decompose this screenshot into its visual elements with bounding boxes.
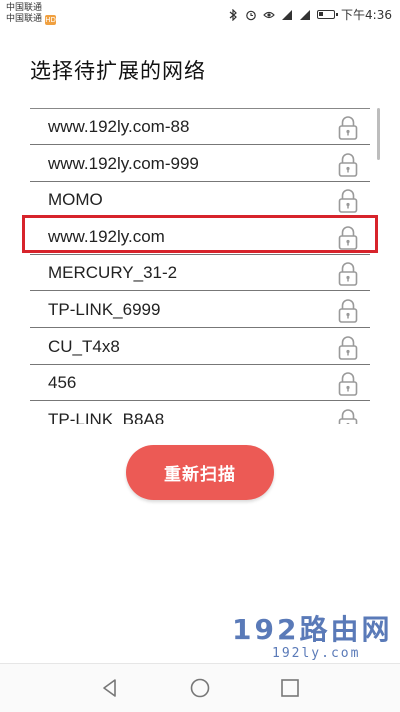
navigation-bar	[0, 663, 400, 712]
network-name: CU_T4x8	[48, 336, 120, 356]
list-scrollbar[interactable]	[377, 108, 380, 160]
network-name: 456	[48, 373, 77, 393]
back-icon[interactable]	[98, 676, 122, 700]
watermark-logo: 192路由网 192ly.com	[232, 608, 397, 668]
lock-icon	[336, 152, 360, 178]
network-name: MOMO	[48, 190, 103, 210]
alarm-icon	[246, 10, 256, 20]
highlight-box	[22, 215, 378, 253]
rescan-button[interactable]: 重新扫描	[126, 445, 274, 500]
battery-level-fill	[319, 12, 324, 16]
watermark-main: 192路由网	[232, 613, 393, 646]
lock-icon	[336, 188, 360, 214]
lock-icon	[336, 408, 360, 424]
lock-icon	[336, 335, 360, 361]
network-list-item[interactable]: MERCURY_31-2	[30, 255, 370, 292]
network-list-item[interactable]: TP-LINK_6999	[30, 292, 370, 328]
network-list-item[interactable]: 456	[30, 365, 370, 402]
network-name: www.192ly.com-88	[48, 117, 190, 136]
network-name: MERCURY_31-2	[48, 263, 178, 283]
network-name: www.192ly.com-999	[48, 153, 199, 173]
network-name: TP-LINK_6999	[48, 300, 161, 319]
home-icon[interactable]	[188, 676, 212, 700]
network-list-item[interactable]: MOMO	[30, 182, 370, 219]
network-list-item[interactable]: www.192ly.com-88	[30, 109, 370, 145]
page-title: 选择待扩展的网络	[30, 59, 206, 83]
watermark-sub: 192ly.com	[272, 646, 361, 661]
network-list-item[interactable]: TP-LINK_B8A8	[30, 402, 370, 424]
carrier-info: 中国联通 中国联通 HD	[6, 3, 57, 25]
status-bar: 中国联通 中国联通 HD 下午4:36	[0, 0, 400, 28]
bluetooth-icon	[229, 8, 237, 21]
network-list-item[interactable]: CU_T4x8	[30, 329, 370, 365]
hd-badge: HD	[45, 14, 57, 25]
battery-icon	[317, 10, 339, 19]
signal-icon	[300, 9, 311, 20]
lock-icon	[336, 115, 360, 141]
lock-icon	[336, 298, 360, 324]
recents-icon[interactable]	[278, 676, 302, 700]
signal-icon	[282, 9, 293, 20]
lock-icon	[336, 261, 360, 287]
status-icons: 下午4:36	[227, 6, 392, 23]
clock: 下午4:36	[341, 8, 392, 22]
network-name: TP-LINK_B8A8	[48, 409, 165, 424]
lock-icon	[336, 371, 360, 397]
carrier-2: 中国联通	[6, 14, 43, 24]
eye-icon	[263, 11, 275, 18]
network-list[interactable]: www.192ly.com-88 www.192ly.com-999 MOMO www…	[30, 108, 370, 424]
carrier-1: 中国联通	[6, 3, 43, 13]
network-list-item[interactable]: www.192ly.com-999	[30, 146, 370, 182]
